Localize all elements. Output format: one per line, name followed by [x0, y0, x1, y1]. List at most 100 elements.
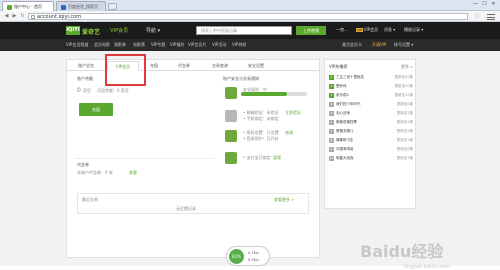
back-button[interactable]: ◀	[3, 13, 10, 20]
list-item-title: 中国有嘻哈	[336, 147, 354, 151]
list-item-title: 三生三世十里桃花	[336, 75, 364, 79]
subnav-item[interactable]: VIP特权	[232, 42, 246, 48]
rank-number: 3	[329, 92, 334, 98]
close-window-button[interactable]: ✕	[489, 1, 498, 7]
account-panel: 账户总览 VIP会员 充值 代金券 交易查询 安全设置 账户余额 0 奇豆 可用…	[66, 54, 320, 258]
security-item-line: • 登录保护：已开启	[243, 136, 279, 141]
coupon-link[interactable]: 查看	[129, 170, 137, 176]
messages-menu[interactable]: 消息 ▾	[384, 27, 395, 33]
tab-overview[interactable]: 账户总览	[71, 61, 101, 71]
subnav-item[interactable]: VIP活动	[212, 42, 226, 48]
network-widget[interactable]: 61% 0.1K/s 0.3K/s	[226, 246, 270, 266]
bookmark-star-icon[interactable]: ☆	[474, 12, 480, 20]
new-tab-button[interactable]	[108, 3, 117, 10]
tab-recharge[interactable]: 充值	[143, 61, 165, 71]
list-item-title: 爸爸去哪儿	[336, 129, 354, 133]
list-item-extra: 更新至10集	[394, 93, 413, 97]
browser-tab-strip: 账户中心 - 首页 百度经验_搜索页 — ☐ ✕	[0, 0, 500, 11]
rank-number: 9	[329, 146, 334, 152]
security-title: 账户安全与交易通知	[223, 76, 259, 81]
more-transactions-link[interactable]: 查看更多 »	[274, 197, 294, 203]
list-item-extra: 更新至45集	[394, 75, 413, 79]
list-item[interactable]: 6 奇葩说第四季 更新至2期	[329, 118, 413, 126]
list-item-extra: 更新至5期	[396, 129, 413, 133]
browser-tab[interactable]: 百度经验_搜索页	[56, 1, 106, 11]
security-progress-bar	[241, 92, 307, 96]
manage-link[interactable]: 管理	[273, 155, 281, 161]
maximize-button[interactable]: ☐	[480, 1, 489, 7]
vip-link[interactable]: VIP VIP会员	[356, 27, 378, 33]
page-icon	[31, 15, 35, 19]
rank-number: 7	[329, 128, 334, 134]
browser-tab-active[interactable]: 账户中心 - 首页	[2, 1, 54, 11]
subnav-item[interactable]: VIP专题	[151, 42, 165, 48]
list-item[interactable]: 4 我们的少年时代 更新至8集	[329, 100, 413, 108]
tab-coupon[interactable]: 代金券	[169, 61, 199, 71]
browser-tab-title: 百度经验_搜索页	[68, 4, 98, 9]
subnav-item[interactable]: VIP福利	[170, 42, 184, 48]
page-content: iQIYI 爱奇艺 · VIP会员 导航 ▾ 搜索上的中国身边事 上传视频 一夜…	[0, 22, 500, 270]
list-item-title: 奇葩说第四季	[336, 120, 357, 124]
rank-number: 6	[329, 119, 334, 125]
recharge-button[interactable]: 充值	[79, 103, 113, 116]
rank-number: 8	[329, 137, 334, 143]
subnav-item[interactable]: VIP会员频道	[66, 42, 88, 48]
rank-number: 10	[329, 155, 334, 161]
list-item-title: 无心法师	[336, 111, 350, 115]
minimize-button[interactable]: —	[471, 1, 480, 7]
balance-unit: 奇豆	[83, 88, 91, 93]
security-item-line: • 支付宝已绑定	[243, 155, 271, 160]
list-item[interactable]: 1 三生三世十里桃花 更新至45集	[329, 73, 413, 81]
forward-button[interactable]: ▶	[11, 13, 18, 20]
list-item[interactable]: 5 无心法师 更新至3集	[329, 109, 413, 117]
list-item-title: 楚乔传	[336, 84, 347, 88]
history-menu[interactable]: 播放记录 ▾	[404, 27, 423, 33]
subnav-item[interactable]: VIP会员片	[188, 42, 206, 48]
sidebar-more-link[interactable]: 更多 »	[401, 64, 413, 70]
list-item[interactable]: 8 偶像练习生 更新至1期	[329, 136, 413, 144]
lock-icon	[225, 87, 237, 99]
browser-tab-title: 账户中心 - 首页	[14, 4, 42, 9]
list-item[interactable]: 9 中国有嘻哈 更新至6期	[329, 145, 413, 153]
guide-menu[interactable]: 导航 ▾	[146, 27, 160, 34]
vip-badge-icon: VIP	[356, 28, 363, 32]
watermark: Baidu经验	[360, 242, 444, 261]
user-name[interactable]: 一夜...	[336, 27, 348, 33]
window-controls: — ☐ ✕	[471, 1, 498, 7]
url-field[interactable]: account.iqiyi.com	[28, 13, 468, 20]
reload-button[interactable]: ↻	[19, 13, 26, 20]
account-settings-menu[interactable]: 帐号设置 ▾	[394, 42, 413, 48]
open-vip-link[interactable]: 开通VIP	[372, 42, 386, 48]
empty-text: 无近期记录	[176, 206, 196, 211]
subnav-item[interactable]: 观影券	[114, 42, 126, 48]
verify-link[interactable]: 立即验证	[285, 110, 301, 116]
rank-number: 2	[329, 83, 334, 89]
search-input[interactable]: 搜索上的中国身边事	[196, 26, 292, 35]
sidebar-title: VIP热播榜	[329, 64, 348, 69]
baidu-favicon-icon	[61, 4, 66, 10]
subnav-item[interactable]: 电影票	[133, 42, 145, 48]
activate-card-link[interactable]: 激活会员卡	[342, 42, 362, 48]
brand-sub: · VIP会员	[107, 28, 129, 34]
watermark-sub: jingyan.baidu.com	[404, 264, 451, 270]
menu-icon[interactable]	[487, 14, 495, 20]
recent-title: 最近交易	[82, 197, 98, 202]
tab-security[interactable]: 安全设置	[239, 61, 273, 71]
upload-button[interactable]: 上传视频	[296, 26, 326, 35]
iqiyi-logo[interactable]: iQIYI	[66, 26, 80, 35]
list-item[interactable]: 7 爸爸去哪儿 更新至5期	[329, 127, 413, 135]
subnav-item[interactable]: 会员电影	[94, 42, 110, 48]
modify-link[interactable]: 修改	[285, 130, 293, 136]
list-item-extra: 更新至8集	[396, 102, 413, 106]
list-item[interactable]: 2 楚乔传 更新至20集	[329, 82, 413, 90]
list-item-extra: 更新至7期	[396, 156, 413, 160]
list-item-title: 偶像练习生	[336, 138, 354, 142]
key-icon	[225, 130, 237, 142]
tab-transactions[interactable]: 交易查询	[203, 61, 237, 71]
list-item[interactable]: 3 欢乐颂2 更新至10集	[329, 91, 413, 99]
brand-name: 爱奇艺	[82, 29, 101, 36]
site-header: iQIYI 爱奇艺 · VIP会员 导航 ▾ 搜索上的中国身边事 上传视频 一夜…	[0, 22, 500, 39]
list-item[interactable]: 10 明星大侦探 更新至7期	[329, 154, 413, 162]
url-text: account.iqiyi.com	[37, 14, 82, 20]
available-balance: 可用余额：0 奇豆	[97, 88, 129, 93]
